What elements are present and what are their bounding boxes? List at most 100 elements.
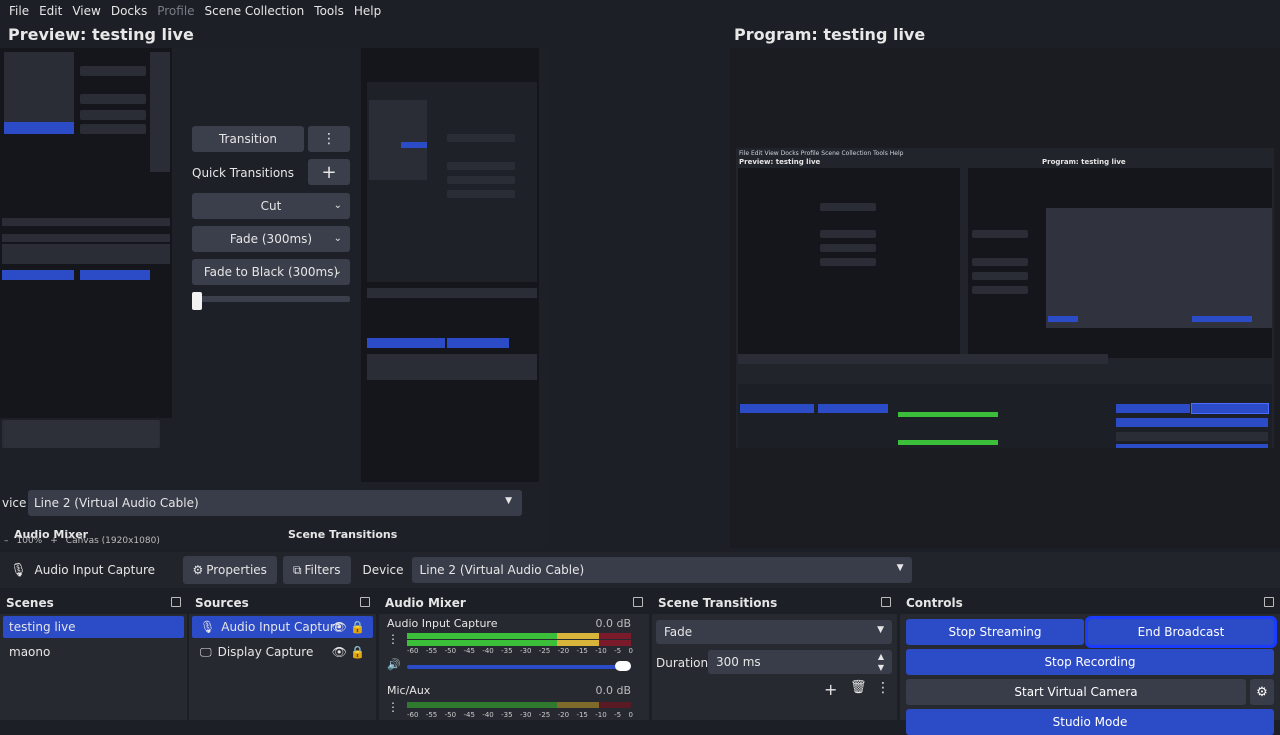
scenes-dock: Scenes testing live maono [0, 592, 187, 720]
nested-capture-middle [361, 48, 539, 482]
volume-slider-thumb[interactable] [615, 661, 631, 671]
menu-view[interactable]: View [67, 4, 105, 18]
nested-dropdown [4, 420, 159, 448]
controls-title: Controls [906, 596, 963, 610]
scene-item-maono[interactable]: maono [3, 641, 184, 663]
scenes-title: Scenes [6, 596, 54, 610]
device-label: Device [362, 563, 404, 577]
lock-icon[interactable]: 🔒 [350, 645, 365, 659]
filter-icon: ⧉ [292, 562, 302, 577]
more-vertical-icon[interactable]: ⋮ [387, 632, 399, 646]
audio-mixer-title: Audio Mixer [385, 596, 466, 610]
volume-meter-green [407, 633, 557, 639]
menu-tools[interactable]: Tools [309, 4, 349, 18]
program-nested-capture: File Edit View Docks Profile Scene Colle… [736, 148, 1274, 448]
speaker-icon[interactable]: 🔊 [387, 658, 401, 671]
volume-meter-red-2 [599, 640, 631, 646]
gear-icon: ⚙ [192, 563, 204, 577]
microphone-icon: 🎙 [200, 620, 216, 634]
studio-mode-button[interactable]: Studio Mode [906, 709, 1274, 735]
quick-transition-fade[interactable]: Fade (300ms) ⌄ [192, 226, 350, 252]
stop-recording-button[interactable]: Stop Recording [906, 649, 1274, 675]
quick-transitions-label: Quick Transitions [192, 166, 295, 180]
end-broadcast-button[interactable]: End Broadcast [1085, 616, 1277, 648]
duration-input[interactable]: 300 ms ▲ ▼ [708, 650, 892, 674]
undock-icon[interactable] [360, 597, 370, 607]
add-icon[interactable]: + [308, 159, 350, 185]
menu-edit[interactable]: Edit [34, 4, 67, 18]
more-vertical-icon[interactable]: ⋮ [876, 680, 890, 696]
channel-name: Audio Input Capture [387, 617, 498, 630]
eye-icon[interactable]: 👁 [332, 620, 347, 634]
meter-scale: -60 -55 -50 -45 -40 -35 -30 -25 -20 -15 -10 -5 0 [407, 647, 633, 655]
controls-dock: Controls Stop Streaming End Broadcast St… [900, 592, 1280, 735]
properties-button[interactable]: ⚙ Properties [182, 556, 277, 584]
volume-meter-yellow [557, 633, 599, 639]
more-vertical-icon[interactable]: ⋮ [387, 700, 399, 714]
menu-file[interactable]: File [4, 4, 34, 18]
source-item-display-capture[interactable]: 🖵 Display Capture 👁 🔒 [192, 641, 373, 663]
start-virtual-camera-button[interactable]: Start Virtual Camera [906, 679, 1246, 705]
filters-button[interactable]: ⧉ Filters [282, 556, 351, 584]
volume-meter-green-2 [407, 640, 557, 646]
quick-transition-cut[interactable]: Cut ⌄ [192, 193, 350, 219]
eye-icon[interactable]: 👁 [332, 645, 347, 659]
t-bar-thumb[interactable] [192, 292, 202, 310]
undock-icon[interactable] [1264, 597, 1274, 607]
volume-slider[interactable] [407, 665, 631, 669]
chevron-down-icon: ▼ [877, 625, 884, 635]
preview-canvas[interactable]: Transition ⋮ Quick Transitions + Cut ⌄ Fa… [0, 48, 548, 548]
quick-transitions-preview: Transition ⋮ Quick Transitions + Cut ⌄ Fa… [192, 126, 352, 326]
mic-meter-red [599, 702, 631, 708]
transition-button[interactable]: Transition [192, 126, 304, 152]
menu-bar: File Edit View Docks Profile Scene Colle… [0, 0, 1280, 22]
add-icon[interactable]: + [824, 680, 837, 699]
scenes-list: testing live maono [0, 614, 187, 720]
nested-scene-transitions-title: Scene Transitions [288, 528, 398, 541]
mic-meter-yellow [557, 702, 599, 708]
monitor-icon: 🖵 [200, 644, 212, 659]
device-select[interactable]: Line 2 (Virtual Audio Cable) ▼ [411, 557, 912, 583]
more-vertical-icon[interactable]: ⋮ [308, 126, 350, 152]
sources-list: 🎙 Audio Input Capture 👁 🔒 🖵 Display Capt… [189, 614, 376, 720]
menu-scene-collection[interactable]: Scene Collection [200, 4, 310, 18]
nested-capture-left [0, 48, 172, 448]
meter-scale-2: -60 -55 -50 -45 -40 -35 -30 -25 -20 -15 -10 -5 0 [407, 711, 633, 719]
scene-transitions-dock: Scene Transitions Fade ▼ Duration 300 ms… [652, 592, 897, 720]
scene-item-testing-live[interactable]: testing live [3, 616, 184, 638]
sources-title: Sources [195, 596, 249, 610]
microphone-icon: 🎙 [10, 562, 27, 578]
stepper-icon[interactable]: ▲ ▼ [878, 651, 884, 673]
quick-transition-fade-black[interactable]: Fade to Black (300ms) ⌄ [192, 259, 350, 285]
menu-profile[interactable]: Profile [152, 4, 199, 18]
controls-body: Stop Streaming End Broadcast Stop Record… [900, 614, 1280, 735]
channel-name-2: Mic/Aux [387, 684, 431, 697]
stop-streaming-button[interactable]: Stop Streaming [906, 619, 1084, 645]
channel-level: 0.0 dB [595, 617, 631, 630]
selected-source-name: Audio Input Capture [34, 563, 156, 577]
undock-icon[interactable] [633, 597, 643, 607]
chevron-down-icon: ▼ [896, 563, 904, 573]
lock-icon[interactable]: 🔒 [350, 620, 365, 634]
audio-mixer-body: Audio Input Capture 0.0 dB ⋮ -60 -55 -50 -4… [379, 614, 649, 720]
transition-select[interactable]: Fade ▼ [656, 620, 892, 644]
source-toolbar: 🎙 Audio Input Capture ⚙ Properties ⧉ Filte… [0, 552, 1280, 588]
mic-meter-green [407, 702, 557, 708]
channel-level-2: 0.0 dB [595, 684, 631, 697]
program-title: Program: testing live [734, 25, 926, 44]
menu-help[interactable]: Help [349, 4, 386, 18]
nested-device-row: vice Line 2 (Virtual Audio Cable) ▼ [0, 490, 538, 516]
scene-transitions-title: Scene Transitions [658, 596, 778, 610]
source-item-audio-input[interactable]: 🎙 Audio Input Capture 👁 🔒 [192, 616, 373, 638]
undock-icon[interactable] [881, 597, 891, 607]
menu-docks[interactable]: Docks [106, 4, 152, 18]
audio-mixer-dock: Audio Mixer Audio Input Capture 0.0 dB ⋮… [379, 592, 649, 720]
sources-dock: Sources 🎙 Audio Input Capture 👁 🔒 🖵 Disp… [189, 592, 376, 720]
volume-meter-red [599, 633, 631, 639]
undock-icon[interactable] [171, 597, 181, 607]
t-bar-slider[interactable] [192, 296, 350, 302]
trash-icon[interactable]: 🗑 [850, 680, 867, 695]
gear-icon[interactable]: ⚙ [1250, 679, 1274, 705]
program-canvas: File Edit View Docks Profile Scene Colle… [730, 48, 1280, 548]
preview-title: Preview: testing live [8, 25, 194, 44]
